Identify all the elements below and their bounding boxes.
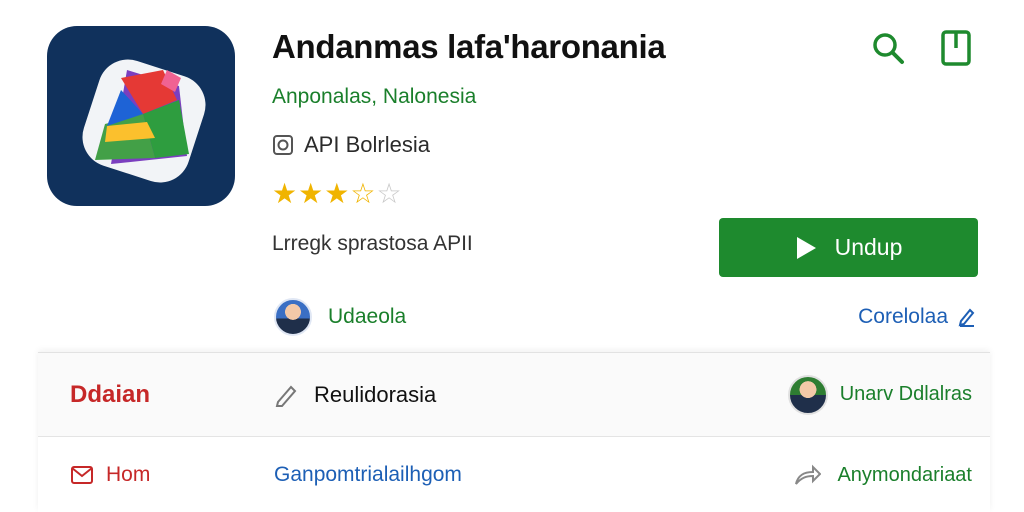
bookmark-button[interactable]	[934, 26, 978, 70]
user-item[interactable]: Unarv Ddlalras	[787, 374, 972, 415]
detail-card: Ddaian Reulidorasia Unarv Ddlalras Hom G…	[38, 352, 990, 512]
card-row-1: Ddaian Reulidorasia Unarv Ddlalras	[38, 353, 990, 437]
app-subtitle: Lrregk sprastosa APII	[272, 232, 473, 255]
author-name[interactable]: Udaeola	[328, 305, 406, 329]
search-icon	[873, 33, 904, 64]
install-label: Undup	[834, 234, 903, 260]
edit-link-label: Corelolaa	[858, 305, 948, 328]
star-icon: ★	[298, 178, 324, 209]
search-button[interactable]	[868, 28, 908, 68]
mail-label: Hom	[106, 463, 151, 486]
edit-icon	[958, 308, 975, 327]
api-label: API Bolrlesia	[304, 132, 430, 157]
user-label: Unarv Ddlalras	[839, 383, 972, 405]
app-logo-icon	[47, 26, 235, 206]
card-row-2: Hom Ganpomtrialailhgom Anymondariaat	[38, 437, 990, 512]
avatar	[274, 298, 312, 336]
star-icon: ★	[324, 178, 350, 209]
review-item[interactable]: Reulidorasia	[274, 382, 436, 408]
bookmark-icon	[941, 30, 971, 66]
app-title: Andanmas lafa'haronania	[272, 28, 666, 65]
avatar	[787, 374, 828, 415]
api-row: API Bolrlesia	[272, 132, 430, 158]
install-button[interactable]: Undup	[719, 218, 978, 277]
mail-icon	[71, 466, 93, 484]
star-icon: ☆	[350, 178, 376, 209]
review-label: Reulidorasia	[314, 381, 437, 407]
tab-details[interactable]: Ddaian	[70, 381, 150, 409]
mail-item[interactable]: Hom	[70, 463, 150, 487]
api-badge-icon	[272, 134, 294, 156]
share-arrow-icon	[795, 464, 822, 485]
share-item[interactable]: Anymondariaat	[793, 464, 972, 487]
share-label: Anymondariaat	[837, 463, 972, 486]
edit-link[interactable]: Corelolaa	[858, 305, 976, 329]
link-item[interactable]: Ganpomtrialailhgom	[274, 463, 462, 487]
author-row: Udaeola	[274, 298, 406, 336]
rating-stars: ★ ★ ★ ☆ ☆	[272, 180, 402, 208]
pencil-icon	[275, 385, 297, 407]
star-icon: ☆	[376, 178, 402, 209]
developer-name[interactable]: Anponalas, Nalonesia	[272, 85, 476, 109]
star-icon: ★	[272, 178, 298, 209]
play-icon	[796, 236, 816, 259]
